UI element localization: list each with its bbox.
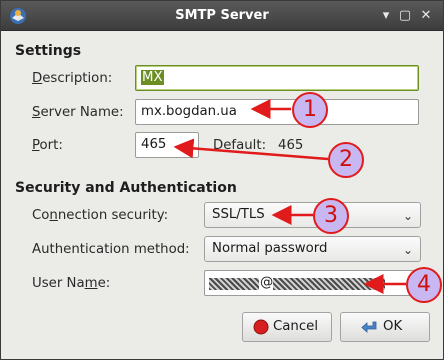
default-port-label: Default: xyxy=(213,138,267,153)
server-name-label-text: erver Name: xyxy=(40,105,124,120)
maximize-icon[interactable]: ▢ xyxy=(398,9,412,23)
title-bar: SMTP Server ▾ ▢ ✕ xyxy=(1,1,443,31)
port-label: Port: xyxy=(32,138,63,153)
connection-security-label-pre: Co xyxy=(32,208,50,223)
user-name-at-sign: @ xyxy=(260,275,274,290)
auth-method-select[interactable]: Normal password ⌄ xyxy=(204,236,421,262)
smtp-server-dialog: SMTP Server ▾ ▢ ✕ Settings Description: … xyxy=(0,0,444,360)
annotation-badge-1: 1 xyxy=(292,92,328,128)
annotation-badge-2: 2 xyxy=(328,142,364,178)
user-name-label-pre: User Na xyxy=(32,276,85,291)
connection-security-label-mnemonic: n xyxy=(49,208,58,223)
minimize-icon[interactable]: ▾ xyxy=(379,9,393,23)
user-name-label-mnemonic: m xyxy=(84,276,98,291)
connection-security-value: SSL/TLS xyxy=(212,207,265,222)
security-heading: Security and Authentication xyxy=(15,180,237,196)
chevron-down-icon: ⌄ xyxy=(402,209,413,223)
server-name-field[interactable]: mx.bogdan.ua xyxy=(135,99,419,125)
connection-security-label-text: nection security: xyxy=(57,208,169,223)
cancel-icon xyxy=(253,319,269,335)
server-name-value: mx.bogdan.ua xyxy=(141,104,237,119)
cancel-button[interactable]: Cancel xyxy=(242,312,332,342)
port-field[interactable]: 465 xyxy=(135,132,199,158)
description-field[interactable]: MX xyxy=(135,65,419,91)
port-label-text: ort: xyxy=(39,138,63,153)
auth-method-label: Authentication method: xyxy=(32,242,190,257)
description-value: MX xyxy=(141,70,164,85)
port-label-mnemonic: P xyxy=(32,138,40,153)
description-label-mnemonic: D xyxy=(32,71,43,86)
user-name-label: User Name: xyxy=(32,276,110,291)
annotation-badge-3: 3 xyxy=(313,198,349,234)
connection-security-label: Connection security: xyxy=(32,208,168,223)
annotation-badge-4: 4 xyxy=(406,267,442,303)
user-name-label-text: e: xyxy=(97,276,111,291)
description-label: Description: xyxy=(32,71,112,86)
chevron-down-icon: ⌄ xyxy=(402,243,413,257)
port-value: 465 xyxy=(141,137,167,152)
default-port-value: 465 xyxy=(278,138,304,153)
description-label-text: escription: xyxy=(42,71,113,86)
auth-method-value: Normal password xyxy=(212,241,328,256)
settings-heading: Settings xyxy=(15,43,82,59)
close-icon[interactable]: ✕ xyxy=(419,9,433,23)
ok-button[interactable]: OK xyxy=(340,312,430,342)
user-name-field[interactable]: @ xyxy=(204,270,421,296)
window-title: SMTP Server xyxy=(175,8,269,23)
redacted-domain-part xyxy=(273,278,385,290)
server-name-label: Server Name: xyxy=(32,105,124,120)
ok-icon xyxy=(361,321,377,333)
cancel-label: Cancel xyxy=(273,319,319,334)
ok-label: OK xyxy=(383,319,403,334)
redacted-username-part xyxy=(209,278,259,290)
